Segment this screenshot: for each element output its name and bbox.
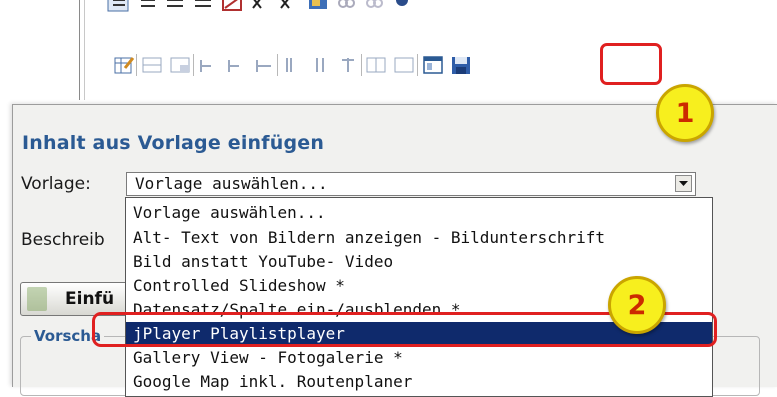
- callout-badge-2: 2: [608, 276, 666, 334]
- template-select[interactable]: Vorlage auswählen...: [126, 172, 696, 196]
- template-label: Vorlage:: [21, 174, 91, 194]
- highlight-template-button: [600, 43, 662, 85]
- toolbar-separator: [193, 54, 194, 76]
- table-row-props-icon[interactable]: [139, 52, 165, 78]
- toolbar-separator: [361, 54, 362, 76]
- dialog-title: Inhalt aus Vorlage einfügen: [22, 132, 325, 154]
- insert-col-before-icon[interactable]: [279, 52, 305, 78]
- insert-button-label: Einfü: [65, 289, 115, 309]
- media-icon[interactable]: [305, 0, 331, 16]
- chevron-down-icon[interactable]: [675, 175, 692, 192]
- split-cells-icon[interactable]: [363, 52, 389, 78]
- delete-col-icon[interactable]: [335, 52, 361, 78]
- indent-icon[interactable]: [189, 0, 215, 16]
- dropdown-option[interactable]: Vorlage auswählen...: [126, 201, 712, 225]
- table-cell-props-icon[interactable]: [167, 52, 193, 78]
- dropdown-option[interactable]: Alt- Text von Bildern anzeigen - Bildunt…: [126, 226, 712, 250]
- editor-frame-line: [79, 0, 80, 100]
- dropdown-option[interactable]: Google Map inkl. Routenplaner: [126, 370, 712, 394]
- callout-number: 1: [675, 97, 695, 129]
- merge-cells-icon[interactable]: [391, 52, 417, 78]
- button-icon: [27, 287, 47, 311]
- insert-row-before-icon[interactable]: [195, 52, 221, 78]
- superscript-icon[interactable]: [275, 0, 301, 16]
- delete-row-icon[interactable]: [251, 52, 277, 78]
- link-icon[interactable]: [333, 0, 359, 16]
- subscript-icon[interactable]: [247, 0, 273, 16]
- callout-number: 2: [627, 289, 647, 321]
- edit-table-icon[interactable]: [111, 52, 137, 78]
- dropdown-option[interactable]: Gallery View - Fotogalerie *: [126, 346, 712, 370]
- insert-button[interactable]: Einfü: [20, 282, 130, 316]
- image-icon[interactable]: [219, 0, 245, 16]
- ordered-list-icon[interactable]: [133, 0, 159, 16]
- template-select-value: Vorlage auswählen...: [135, 174, 328, 193]
- description-label: Beschreib: [21, 230, 105, 250]
- editor-frame-line: [84, 0, 85, 100]
- insert-row-after-icon[interactable]: [223, 52, 249, 78]
- unlink-icon[interactable]: [361, 0, 387, 16]
- anchor-icon[interactable]: [389, 0, 415, 16]
- toolbar-separator: [417, 54, 418, 76]
- template-icon[interactable]: [420, 52, 446, 78]
- outdent-icon[interactable]: [161, 0, 187, 16]
- unordered-list-icon[interactable]: [105, 0, 131, 16]
- toolbar-separator: [136, 54, 137, 76]
- toolbar-separator: [277, 54, 278, 76]
- callout-badge-1: 1: [656, 84, 714, 142]
- dropdown-option[interactable]: Bild anstatt YouTube- Video: [126, 250, 712, 274]
- insert-col-after-icon[interactable]: [307, 52, 333, 78]
- save-icon[interactable]: [448, 52, 474, 78]
